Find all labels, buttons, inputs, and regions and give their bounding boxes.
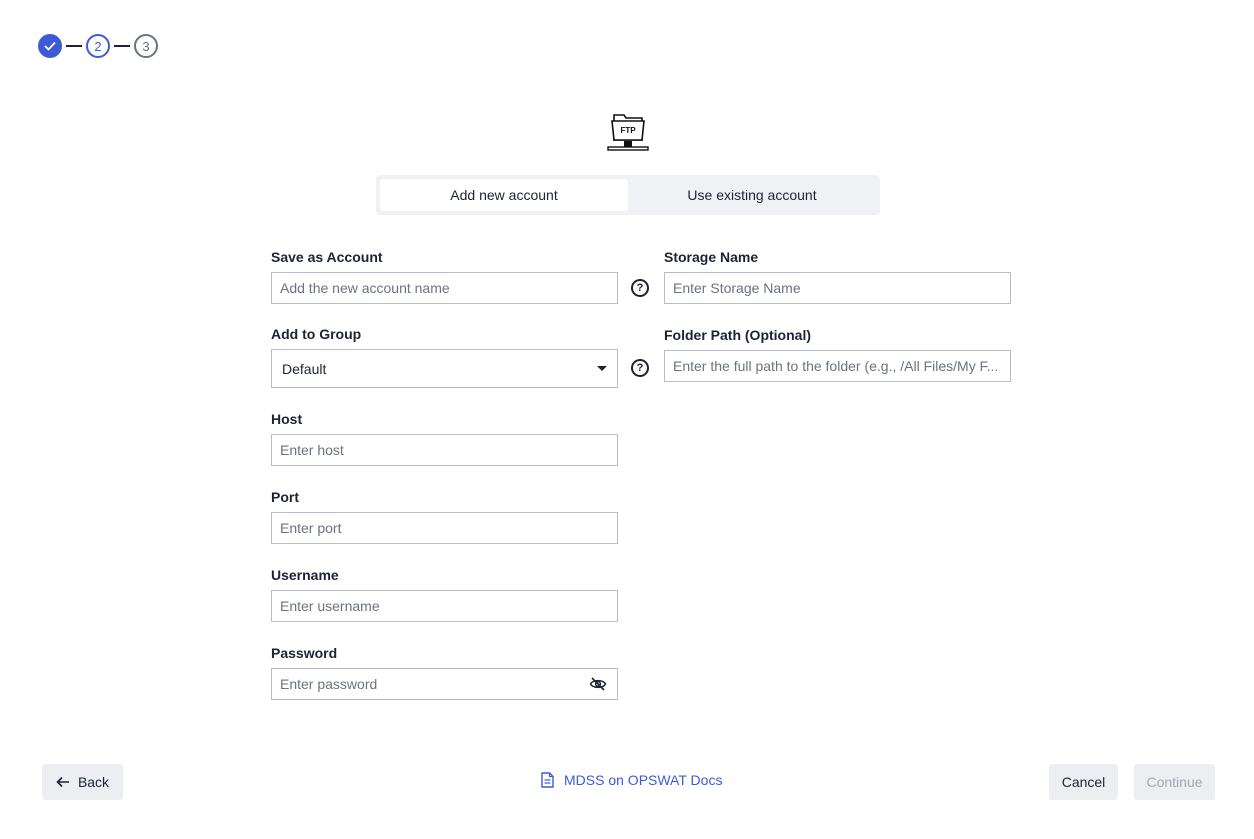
host-label: Host — [271, 411, 303, 427]
storage-name-input[interactable] — [664, 272, 1011, 304]
host-input[interactable] — [271, 434, 618, 466]
group-select-value: Default — [282, 360, 327, 377]
ftp-logo-text: FTP — [620, 126, 636, 135]
arrow-left-icon — [56, 776, 70, 788]
continue-button[interactable]: Continue — [1134, 764, 1215, 800]
username-label: Username — [271, 567, 339, 583]
docs-link[interactable]: MDSS on OPSWAT Docs — [541, 772, 722, 788]
folder-path-label: Folder Path (Optional) — [664, 327, 811, 343]
step-connector — [66, 45, 82, 47]
account-name-input[interactable] — [271, 272, 618, 304]
group-label: Add to Group — [271, 326, 362, 342]
tab-use-existing-account[interactable]: Use existing account — [628, 179, 876, 211]
group-help-icon[interactable]: ? — [631, 359, 649, 377]
account-mode-tabs: Add new account Use existing account — [376, 175, 880, 215]
ftp-folder-icon: FTP — [607, 114, 649, 151]
port-input[interactable] — [271, 512, 618, 544]
step-connector — [114, 45, 130, 47]
add-storage-page: 2 3 FTP Add new account Use existing acc… — [0, 0, 1254, 839]
password-input[interactable] — [271, 668, 618, 700]
step-3-pending: 3 — [134, 34, 158, 58]
step-1-complete — [38, 34, 62, 58]
back-button-label: Back — [77, 774, 110, 790]
password-label: Password — [271, 645, 338, 661]
cancel-button[interactable]: Cancel — [1049, 764, 1118, 800]
document-icon — [541, 772, 554, 788]
step-2-current: 2 — [86, 34, 110, 58]
folder-path-input[interactable] — [664, 350, 1011, 382]
port-label: Port — [271, 489, 299, 505]
stepper: 2 3 — [38, 34, 158, 58]
tab-add-new-account[interactable]: Add new account — [380, 179, 628, 211]
back-button[interactable]: Back — [42, 764, 123, 800]
account-name-label: Save as Account — [271, 249, 383, 265]
caret-down-icon — [597, 366, 607, 371]
docs-link-label: MDSS on OPSWAT Docs — [564, 772, 723, 788]
account-name-help-icon[interactable]: ? — [631, 279, 649, 297]
username-input[interactable] — [271, 590, 618, 622]
eye-off-icon[interactable] — [589, 675, 607, 693]
storage-name-label: Storage Name — [664, 249, 759, 265]
group-select[interactable]: Default — [271, 349, 618, 388]
checkmark-icon — [44, 41, 56, 51]
